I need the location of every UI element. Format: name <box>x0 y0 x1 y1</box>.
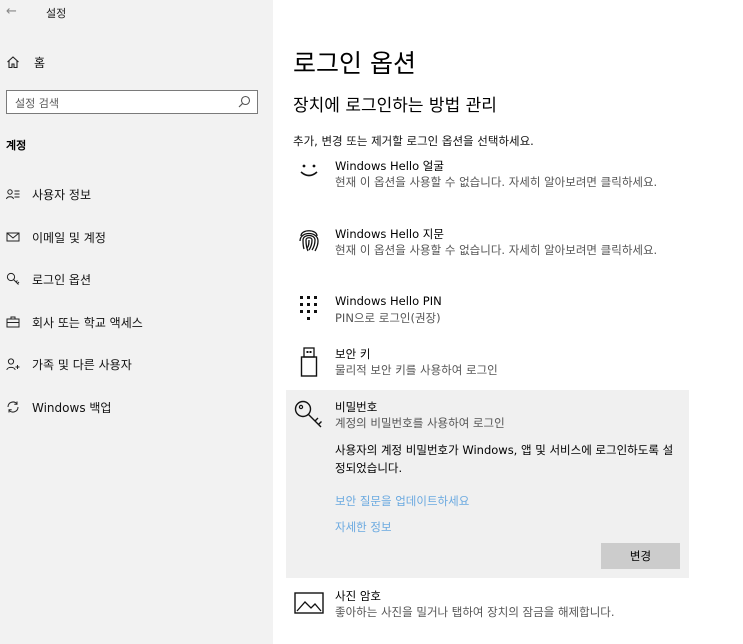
face-icon <box>293 158 325 190</box>
search-icon[interactable] <box>238 95 251 108</box>
sidebar-item-label: 로그인 옵션 <box>32 272 92 287</box>
option-subtitle: 좋아하는 사진을 밀거나 탭하여 장치의 잠금을 해제합니다. <box>335 605 615 619</box>
option-subtitle: PIN으로 로그인(권장) <box>335 311 441 325</box>
home-icon <box>7 56 19 69</box>
more-info-link[interactable]: 자세한 정보 <box>335 519 392 535</box>
page-description: 추가, 변경 또는 제거할 로그인 옵션을 선택하세요. <box>293 134 534 148</box>
app-title: 설정 <box>46 7 67 20</box>
option-subtitle: 물리적 보안 키를 사용하여 로그인 <box>335 363 498 377</box>
section-title-accounts: 계정 <box>6 139 27 152</box>
person-add-icon <box>6 357 20 371</box>
picture-icon <box>293 588 325 620</box>
option-picture-password[interactable]: 사진 암호 좋아하는 사진을 밀거나 탭하여 장치의 잠금을 해제합니다. <box>293 588 688 624</box>
page-subtitle: 장치에 로그인하는 방법 관리 <box>293 96 497 116</box>
option-password[interactable]: 비밀번호 계정의 비밀번호를 사용하여 로그인 <box>293 399 688 435</box>
key-icon <box>6 272 20 286</box>
option-title: Windows Hello 얼굴 <box>335 159 444 173</box>
password-detail-text: 사용자의 계정 비밀번호가 Windows, 앱 및 서비스에 로그인하도록 설… <box>335 443 674 475</box>
sidebar-item-family[interactable]: 가족 및 다른 사용자 <box>6 354 132 374</box>
option-title: 보안 키 <box>335 347 371 361</box>
option-title: Windows Hello PIN <box>335 294 442 308</box>
sidebar-item-label: 이메일 및 계정 <box>32 230 106 245</box>
briefcase-icon <box>6 315 20 329</box>
password-key-icon <box>293 399 325 431</box>
sidebar-item-label: 회사 또는 학교 액세스 <box>32 315 143 330</box>
sidebar-item-label: 가족 및 다른 사용자 <box>32 357 132 372</box>
sidebar-item-sign-in-options[interactable]: 로그인 옵션 <box>6 269 91 289</box>
home-label: 홈 <box>34 55 46 70</box>
update-security-questions-link[interactable]: 보안 질문을 업데이트하세요 <box>335 493 469 509</box>
sidebar-item-home[interactable]: 홈 <box>6 52 45 72</box>
user-info-icon <box>6 187 20 201</box>
sync-icon <box>6 400 20 414</box>
title-bar: ← 설정 <box>0 0 273 26</box>
pin-keypad-icon <box>293 294 325 326</box>
option-security-key[interactable]: 보안 키 물리적 보안 키를 사용하여 로그인 <box>293 346 688 382</box>
change-button[interactable]: 변경 <box>601 543 680 569</box>
option-title: 비밀번호 <box>335 400 378 414</box>
option-windows-hello-pin[interactable]: Windows Hello PIN PIN으로 로그인(권장) <box>293 294 688 330</box>
sidebar-item-user-info[interactable]: 사용자 정보 <box>6 184 91 204</box>
sidebar-item-windows-backup[interactable]: Windows 백업 <box>6 397 111 417</box>
fingerprint-icon <box>293 226 325 258</box>
search-input[interactable]: 설정 검색 <box>6 90 258 114</box>
sidebar-item-work-school[interactable]: 회사 또는 학교 액세스 <box>6 312 143 332</box>
sidebar-item-email[interactable]: 이메일 및 계정 <box>6 227 106 247</box>
sidebar-item-label: 사용자 정보 <box>32 187 92 202</box>
option-subtitle: 계정의 비밀번호를 사용하여 로그인 <box>335 416 505 430</box>
option-windows-hello-fingerprint[interactable]: Windows Hello 지문 현재 이 옵션을 사용할 수 없습니다. 자세… <box>293 226 688 278</box>
option-subtitle: 현재 이 옵션을 사용할 수 없습니다. 자세히 알아보려면 클릭하세요. <box>335 243 658 257</box>
mail-icon <box>6 230 20 244</box>
usb-key-icon <box>293 346 325 378</box>
option-windows-hello-face[interactable]: Windows Hello 얼굴 현재 이 옵션을 사용할 수 없습니다. 자세… <box>293 158 688 210</box>
page-title: 로그인 옵션 <box>293 49 416 78</box>
back-arrow-icon[interactable]: ← <box>6 4 17 19</box>
option-subtitle: 현재 이 옵션을 사용할 수 없습니다. 자세히 알아보려면 클릭하세요. <box>335 175 658 189</box>
sidebar-item-label: Windows 백업 <box>32 400 112 415</box>
search-placeholder: 설정 검색 <box>15 97 59 110</box>
option-title: 사진 암호 <box>335 589 381 603</box>
option-title: Windows Hello 지문 <box>335 227 444 241</box>
